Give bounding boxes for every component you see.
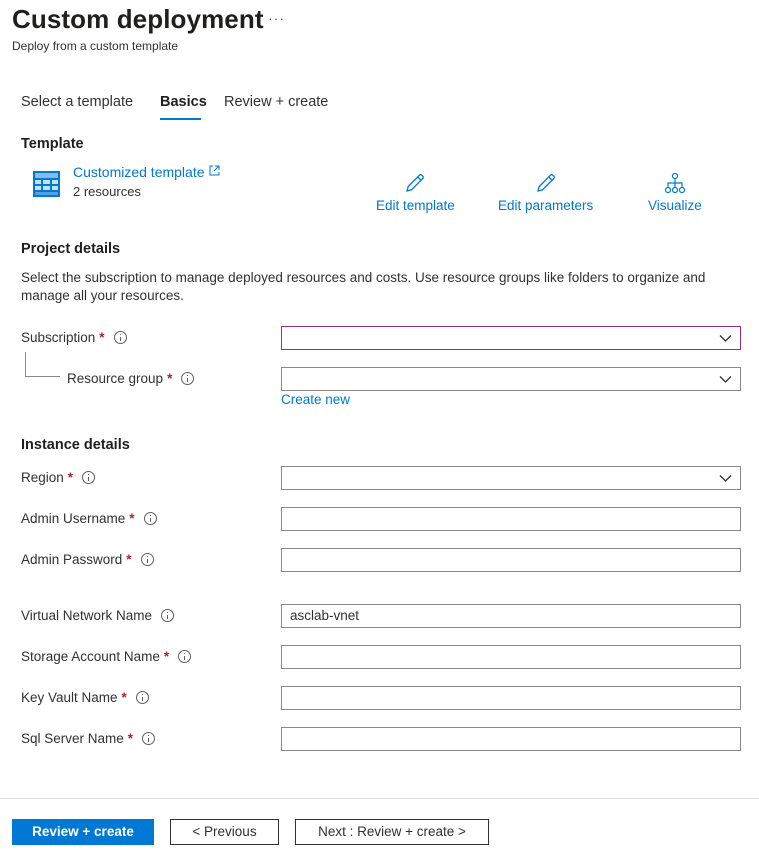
required-marker: *: [67, 470, 74, 485]
required-marker: *: [129, 511, 135, 526]
key-vault-input[interactable]: [281, 686, 741, 710]
key-vault-label: Key Vault Name *: [21, 690, 149, 705]
pencil-icon: [536, 174, 555, 192]
edit-template-button[interactable]: Edit template: [376, 172, 455, 213]
vnet-name-label: Virtual Network Name: [21, 608, 175, 623]
tree-connector: [25, 352, 26, 376]
chevron-down-icon: [719, 335, 732, 342]
edit-parameters-button[interactable]: Edit parameters: [498, 172, 593, 213]
admin-password-label-text: Admin Password: [21, 552, 123, 567]
info-icon[interactable]: [135, 691, 149, 704]
admin-username-input[interactable]: [281, 507, 741, 531]
template-section-title: Template: [21, 136, 84, 152]
project-details-description: Select the subscription to manage deploy…: [21, 270, 706, 303]
key-vault-label-text: Key Vault Name: [21, 690, 118, 705]
region-label-text: Region: [21, 470, 64, 485]
visualize-label: Visualize: [648, 198, 702, 213]
info-icon[interactable]: [140, 553, 154, 566]
template-resource-count: 2 resources: [73, 184, 141, 199]
footer-divider: [0, 798, 759, 799]
next-review-create-button[interactable]: Next : Review + create >: [295, 819, 489, 845]
info-icon[interactable]: [161, 609, 175, 622]
pencil-icon: [406, 174, 425, 192]
info-icon[interactable]: [181, 372, 195, 385]
project-details-title: Project details: [21, 241, 121, 257]
admin-username-label: Admin Username *: [21, 511, 157, 526]
review-create-button[interactable]: Review + create: [12, 819, 154, 845]
create-new-resource-group-link[interactable]: Create new: [281, 392, 350, 407]
admin-password-label: Admin Password *: [21, 552, 154, 567]
template-grid-icon: [33, 171, 60, 197]
chevron-down-icon: [719, 475, 732, 482]
admin-username-label-text: Admin Username: [21, 511, 126, 526]
required-marker: *: [127, 731, 134, 746]
chevron-down-icon: [719, 376, 732, 383]
info-icon[interactable]: [142, 732, 156, 745]
info-icon[interactable]: [82, 471, 96, 484]
storage-account-input[interactable]: [281, 645, 741, 669]
subscription-dropdown[interactable]: [281, 326, 741, 350]
info-icon[interactable]: [113, 331, 127, 344]
instance-details-title: Instance details: [21, 437, 130, 453]
info-icon[interactable]: [143, 512, 157, 525]
page-title: Custom deployment: [12, 4, 264, 34]
active-tab-indicator: [160, 118, 201, 120]
external-link-icon: [209, 165, 220, 176]
required-marker: *: [121, 690, 127, 705]
subscription-label: Subscription *: [21, 330, 127, 345]
storage-account-label: Storage Account Name *: [21, 649, 192, 664]
tab-review-create[interactable]: Review + create: [224, 94, 328, 110]
required-marker: *: [167, 371, 173, 386]
more-options-button[interactable]: ···: [268, 10, 285, 26]
sql-server-label-text: Sql Server Name: [21, 731, 124, 746]
resource-group-dropdown[interactable]: [281, 367, 741, 391]
page-subtitle: Deploy from a custom template: [12, 39, 179, 53]
vnet-name-label-text: Virtual Network Name: [21, 608, 153, 623]
resource-group-label: Resource group *: [67, 371, 195, 386]
required-marker: *: [126, 552, 132, 567]
admin-password-input[interactable]: [281, 548, 741, 572]
sql-server-label: Sql Server Name *: [21, 731, 156, 746]
customized-template-link[interactable]: Customized template: [73, 164, 220, 180]
subscription-label-text: Subscription: [21, 330, 96, 345]
visualize-button[interactable]: Visualize: [648, 172, 702, 213]
resource-group-label-text: Resource group: [67, 371, 164, 386]
sql-server-input[interactable]: [281, 727, 741, 751]
customized-template-label: Customized template: [73, 164, 205, 180]
tab-select-template[interactable]: Select a template: [21, 94, 133, 110]
tab-basics[interactable]: Basics: [160, 94, 207, 110]
edit-parameters-label: Edit parameters: [498, 198, 594, 213]
required-marker: *: [99, 330, 105, 345]
vnet-name-input[interactable]: asclab-vnet: [281, 604, 741, 628]
tree-connector: [25, 376, 60, 377]
edit-template-label: Edit template: [376, 198, 455, 213]
hierarchy-icon: [664, 172, 685, 194]
required-marker: *: [163, 649, 170, 664]
region-label: Region *: [21, 470, 96, 485]
previous-button[interactable]: < Previous: [170, 819, 279, 845]
region-dropdown[interactable]: [281, 466, 741, 490]
storage-account-label-text: Storage Account Name: [21, 649, 160, 664]
info-icon[interactable]: [178, 650, 192, 663]
